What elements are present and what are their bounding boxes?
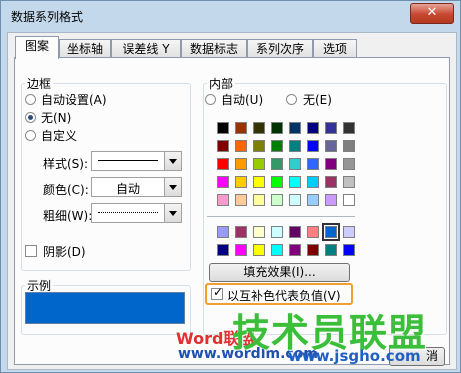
shadow-label: 阴影(D) <box>43 245 86 259</box>
extra-swatch-1-2[interactable] <box>253 244 265 256</box>
border-custom-radio[interactable] <box>25 130 36 141</box>
dotted-line-preview <box>98 212 158 213</box>
color-swatch-1-1[interactable] <box>235 140 247 152</box>
watermark-url2: www.jsgho.com <box>288 347 421 365</box>
color-swatch-2-6[interactable] <box>325 158 337 170</box>
color-swatch-4-1[interactable] <box>235 194 247 206</box>
border-auto-label: 自动设置(A) <box>41 93 107 107</box>
color-swatch-0-3[interactable] <box>271 122 283 134</box>
color-swatch-1-4[interactable] <box>289 140 301 152</box>
color-swatch-2-7[interactable] <box>343 158 355 170</box>
weight-label: 粗细(W): <box>43 209 93 223</box>
color-swatch-1-5[interactable] <box>307 140 319 152</box>
fill-effects-button[interactable]: 填充效果(I)... <box>209 263 350 282</box>
tab-axis[interactable]: 坐标轴 <box>59 39 111 58</box>
area-auto-radio[interactable] <box>205 94 216 105</box>
extra-swatch-1-5[interactable] <box>307 244 319 256</box>
color-swatch-4-6[interactable] <box>325 194 337 206</box>
color-swatch-2-5[interactable] <box>307 158 319 170</box>
extra-swatch-0-3[interactable] <box>271 226 283 238</box>
extra-swatch-1-6[interactable] <box>325 244 337 256</box>
color-swatch-3-5[interactable] <box>307 176 319 188</box>
close-button[interactable]: ✕ <box>410 3 454 24</box>
border-auto-radio[interactable] <box>25 94 36 105</box>
color-swatch-4-0[interactable] <box>217 194 229 206</box>
color-swatch-1-2[interactable] <box>253 140 265 152</box>
extra-swatch-0-4[interactable] <box>289 226 301 238</box>
chevron-down-icon[interactable] <box>164 178 181 196</box>
color-swatch-0-0[interactable] <box>217 122 229 134</box>
color-palette <box>207 122 447 262</box>
window-title: 数据系列格式 <box>11 10 84 24</box>
line-color-value: 自动 <box>116 182 141 196</box>
extra-swatch-0-0[interactable] <box>217 226 229 238</box>
color-swatch-3-1[interactable] <box>235 176 247 188</box>
border-group-title: 边框 <box>25 75 54 92</box>
color-swatch-0-2[interactable] <box>253 122 265 134</box>
color-label: 颜色(C): <box>43 183 89 197</box>
extra-swatch-1-0[interactable] <box>217 244 229 256</box>
color-swatch-0-6[interactable] <box>325 122 337 134</box>
color-swatch-0-5[interactable] <box>307 122 319 134</box>
chevron-down-icon[interactable] <box>164 152 181 170</box>
chevron-down-icon[interactable] <box>164 204 181 222</box>
area-none-label: 无(E) <box>303 93 332 107</box>
border-custom-label: 自定义 <box>41 129 78 143</box>
line-style-select[interactable] <box>91 151 182 171</box>
color-swatch-3-4[interactable] <box>289 176 301 188</box>
color-swatch-4-4[interactable] <box>289 194 301 206</box>
extra-swatch-1-4[interactable] <box>289 244 301 256</box>
color-swatch-4-5[interactable] <box>307 194 319 206</box>
area-auto-label: 自动(U) <box>221 93 264 107</box>
shadow-checkbox[interactable] <box>25 245 37 257</box>
color-swatch-2-0[interactable] <box>217 158 229 170</box>
color-swatch-3-6[interactable] <box>325 176 337 188</box>
palette-divider <box>207 216 355 217</box>
tab-options[interactable]: 选项 <box>313 39 357 58</box>
extra-swatch-0-5[interactable] <box>307 226 319 238</box>
color-swatch-2-1[interactable] <box>235 158 247 170</box>
selected-color-swatch[interactable] <box>322 223 340 241</box>
line-color-select[interactable]: 自动 <box>91 177 182 197</box>
extra-swatch-1-3[interactable] <box>271 244 283 256</box>
extra-swatch-0-2[interactable] <box>253 226 265 238</box>
style-label: 样式(S): <box>43 157 89 171</box>
color-swatch-2-4[interactable] <box>289 158 301 170</box>
area-group-title: 内部 <box>207 75 236 92</box>
color-swatch-3-2[interactable] <box>253 176 265 188</box>
extra-swatch-0-7[interactable] <box>343 226 355 238</box>
color-swatch-1-3[interactable] <box>271 140 283 152</box>
line-weight-select[interactable] <box>91 203 182 223</box>
invert-negative-checkbox[interactable]: ✓ <box>211 285 224 300</box>
solid-line-preview <box>98 160 158 161</box>
color-swatch-4-3[interactable] <box>271 194 283 206</box>
color-swatch-1-0[interactable] <box>217 140 229 152</box>
color-swatch-4-7[interactable] <box>343 194 355 206</box>
title-bar: 数据系列格式 ✕ <box>1 1 460 31</box>
color-swatch-0-7[interactable] <box>343 122 355 134</box>
extra-swatch-1-7[interactable] <box>343 244 355 256</box>
check-icon: ✓ <box>213 285 224 299</box>
tab-patterns[interactable]: 图案 <box>15 36 59 59</box>
border-none-radio[interactable] <box>25 112 36 123</box>
tab-error-bars[interactable]: 误差线 Y <box>111 39 181 58</box>
border-none-label: 无(N) <box>41 111 72 125</box>
color-swatch-3-0[interactable] <box>217 176 229 188</box>
sample-preview <box>25 292 185 324</box>
color-swatch-2-2[interactable] <box>253 158 265 170</box>
color-swatch-2-3[interactable] <box>271 158 283 170</box>
color-swatch-3-7[interactable] <box>343 176 355 188</box>
extra-swatch-1-1[interactable] <box>235 244 247 256</box>
color-swatch-1-7[interactable] <box>343 140 355 152</box>
tab-data-labels[interactable]: 数据标志 <box>181 39 247 58</box>
color-swatch-3-3[interactable] <box>271 176 283 188</box>
tab-series-order[interactable]: 系列次序 <box>247 39 313 58</box>
color-swatch-4-2[interactable] <box>253 194 265 206</box>
color-swatch-1-6[interactable] <box>325 140 337 152</box>
area-none-radio[interactable] <box>286 94 297 105</box>
color-swatch-0-1[interactable] <box>235 122 247 134</box>
color-swatch-0-4[interactable] <box>289 122 301 134</box>
extra-swatch-0-1[interactable] <box>235 226 247 238</box>
